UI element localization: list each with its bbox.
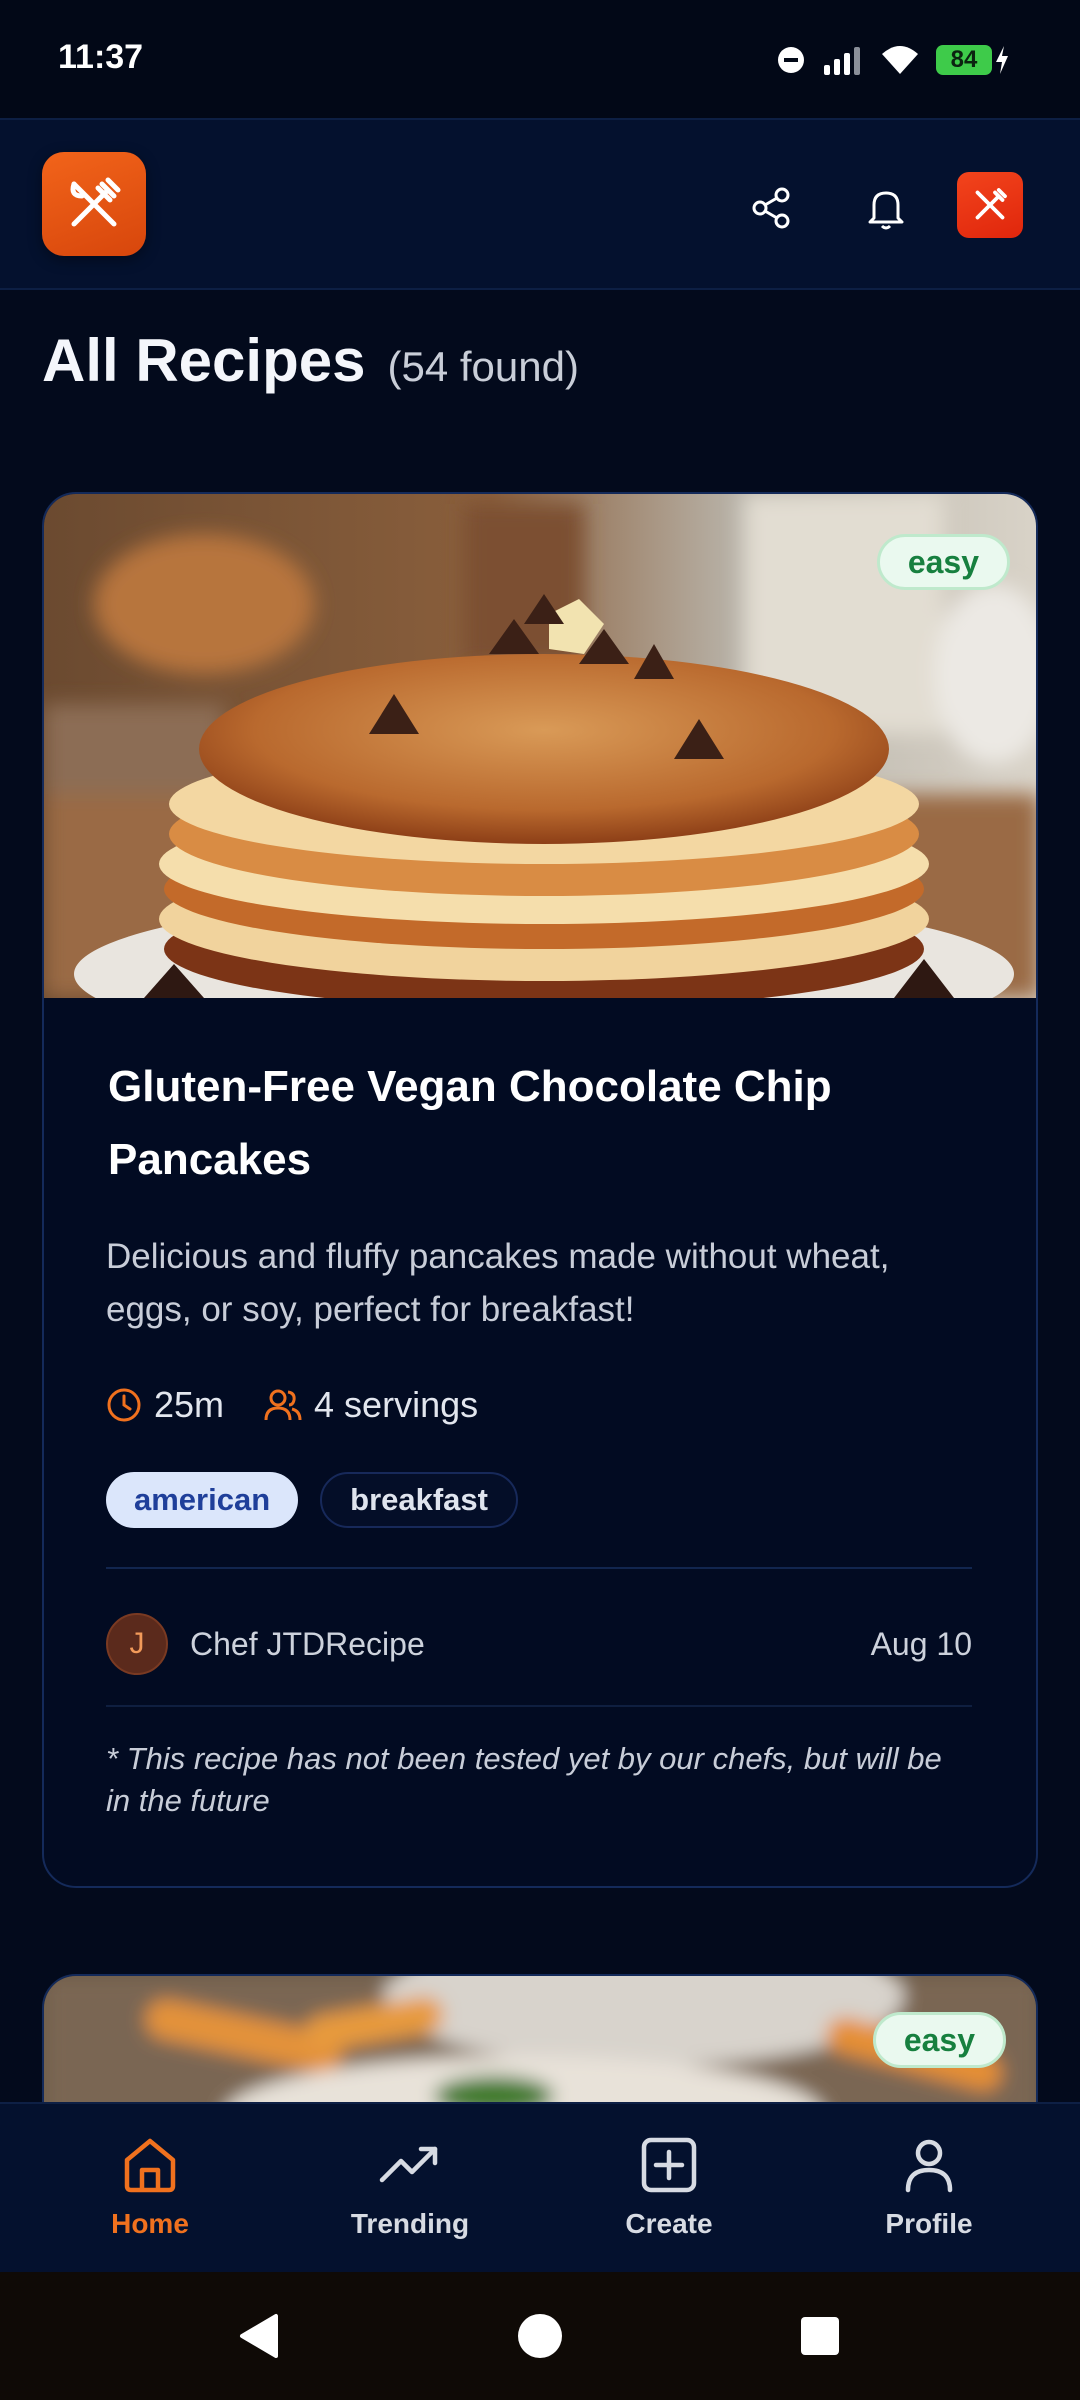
status-icons: 84 [776,40,1010,80]
tag-chip[interactable]: breakfast [320,1472,518,1528]
tag-chip[interactable]: american [106,1472,299,1528]
page-title: All Recipes [42,327,366,394]
plus-square-icon [641,2137,697,2193]
dnd-icon [778,47,804,73]
users-icon [264,1389,302,1421]
recipe-description: Delicious and fluffy pancakes made witho… [106,1237,890,1329]
home-button[interactable] [490,2272,590,2400]
home-circle-icon [518,2314,562,2358]
charging-icon [996,46,1008,74]
status-bar: 11:37 84 [0,0,1080,118]
user-icon [905,2139,953,2193]
divider [106,1705,972,1707]
battery-level: 84 [950,46,978,73]
recents-icon [801,2317,839,2355]
nav-label: Profile [885,2208,973,2239]
app-header [0,118,1080,290]
profile-avatar-button[interactable] [957,172,1023,238]
utensils-crossed-icon [975,188,1007,220]
author-row: J Chef JTDRecipe Aug 10 [106,1612,972,1676]
recipe-card-content: Delicious and fluffy pancakes made witho… [42,492,1038,1888]
recipe-meta: 25m 4 servings [106,1382,478,1428]
nav-trending[interactable]: Trending [300,2104,520,2274]
utensils-crossed-icon [70,177,121,227]
divider [106,1567,972,1569]
status-time: 11:37 [58,38,144,76]
trending-up-icon [379,2146,438,2183]
bottom-navigation: Home Trending Create Profile [0,2102,1080,2272]
back-icon [240,2314,278,2358]
author-avatar[interactable]: J [106,1613,168,1675]
servings-value: 4 servings [314,1384,479,1425]
battery-indicator: 84 [936,45,992,75]
share-icon [752,187,790,229]
nav-home[interactable]: Home [40,2104,260,2274]
wifi-icon [882,46,918,74]
app-screen: 11:37 84 All Recipes (54 found) easy Glu… [0,0,1080,2400]
cook-time-value: 25m [154,1384,225,1425]
servings: 4 servings [264,1384,478,1426]
recipe-tags: american breakfast [106,1472,518,1528]
author-name[interactable]: Chef JTDRecipe [190,1626,425,1663]
nav-create[interactable]: Create [559,2104,779,2274]
nav-label: Trending [350,2208,470,2239]
signal-icon [824,47,860,75]
post-date: Aug 10 [870,1625,972,1662]
recents-button[interactable] [770,2272,870,2400]
untested-disclaimer: * This recipe has not been tested yet by… [106,1741,942,1818]
bell-icon [868,191,904,230]
system-navigation-bar [0,2272,1080,2400]
difficulty-badge: easy [872,2012,1006,2068]
cook-time: 25m [106,1384,224,1426]
app-logo[interactable] [42,152,146,256]
page-heading: All Recipes (54 found) [42,326,579,395]
back-button[interactable] [208,2272,308,2400]
share-button[interactable] [741,178,801,238]
nav-label: Create [625,2208,713,2239]
clock-icon [107,1388,141,1422]
home-icon [124,2138,176,2193]
nav-label: Home [111,2208,189,2239]
notifications-button[interactable] [856,178,916,238]
results-count: (54 found) [387,343,579,390]
nav-profile[interactable]: Profile [819,2104,1039,2274]
